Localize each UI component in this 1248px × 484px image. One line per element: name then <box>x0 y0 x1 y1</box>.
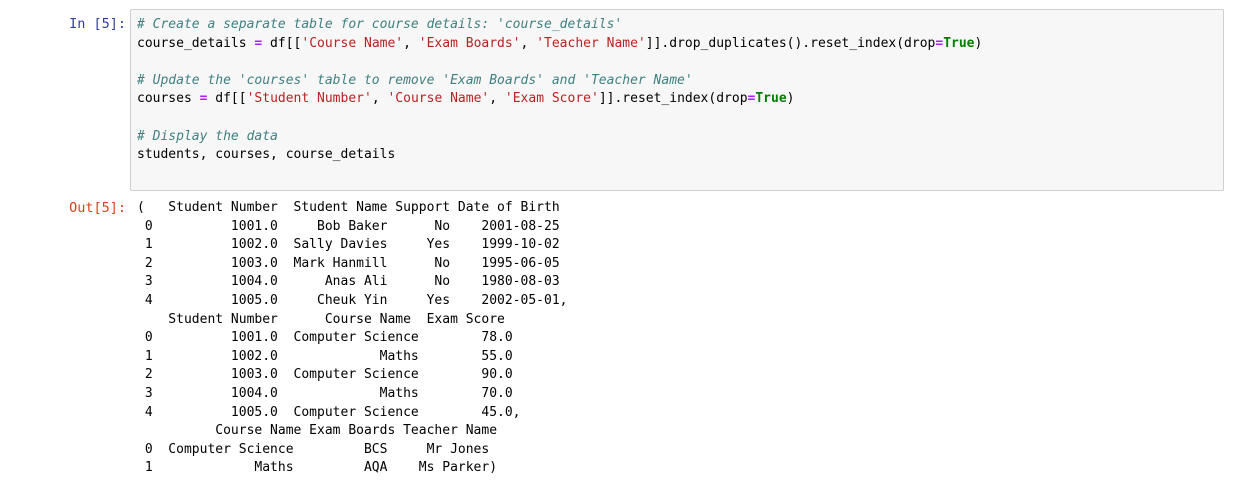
code-editor[interactable]: # Create a separate table for course det… <box>137 16 982 165</box>
code-text: ]].drop_duplicates().reset_index(drop <box>645 35 936 51</box>
output-line: 1 1002.0 Sally Davies Yes 1999-10-02 <box>137 237 560 253</box>
code-text: df[[ <box>262 35 302 51</box>
cell-output: ( Student Number Student Name Support Da… <box>137 199 567 478</box>
code-text: courses <box>137 91 200 107</box>
code-keyword: True <box>755 91 787 107</box>
output-prompt: Out[5]: <box>69 200 126 216</box>
code-line-1: # Create a separate table for course det… <box>137 16 982 35</box>
output-line: 3 1004.0 Anas Ali No 1980-08-03 <box>137 274 560 290</box>
output-line: 4 1005.0 Cheuk Yin Yes 2002-05-01, <box>137 292 568 308</box>
output-line: 3 1004.0 Maths 70.0 <box>137 385 513 401</box>
output-line: 2 1003.0 Mark Hanmill No 1995-06-05 <box>137 255 560 271</box>
code-text: ) <box>786 91 795 107</box>
code-comment: # Display the data <box>137 128 278 144</box>
code-line-2: course_details = df[['Course Name', 'Exa… <box>137 35 982 54</box>
code-text: , <box>520 35 537 51</box>
code-line-8: students, courses, course_details <box>137 146 982 165</box>
code-text: students, courses, course_details <box>137 147 396 163</box>
output-line: Student Number Course Name Exam Score <box>137 311 505 327</box>
code-line-7: # Display the data <box>137 128 982 147</box>
output-line: 4 1005.0 Computer Science 45.0, <box>137 404 521 420</box>
output-line: 1 Maths AQA Ms Parker) <box>137 460 498 476</box>
output-line: 0 Computer Science BCS Mr Jones <box>137 441 490 457</box>
output-line: ( Student Number Student Name Support Da… <box>137 200 560 215</box>
code-line-4: # Update the 'courses' table to remove '… <box>137 72 982 91</box>
output-line: 0 1001.0 Computer Science 78.0 <box>137 330 513 346</box>
code-text: course_details <box>137 35 255 51</box>
code-string: 'Course Name' <box>387 91 490 107</box>
code-string: 'Exam Score' <box>504 91 599 107</box>
code-string: 'Course Name' <box>301 35 404 51</box>
code-text: ]].reset_index(drop <box>598 91 748 107</box>
code-comment: # Create a separate table for course det… <box>137 17 623 32</box>
code-keyword: True <box>943 35 975 51</box>
code-input-area[interactable]: # Create a separate table for course det… <box>130 9 1224 191</box>
code-text: df[[ <box>207 91 247 107</box>
code-string: 'Teacher Name' <box>536 35 646 51</box>
output-line: 2 1003.0 Computer Science 90.0 <box>137 367 513 383</box>
code-line-5: courses = df[['Student Number', 'Course … <box>137 90 982 109</box>
output-line: Course Name Exam Boards Teacher Name <box>137 423 498 439</box>
code-text: , <box>489 91 505 107</box>
code-text: , <box>371 91 388 107</box>
code-operator: = <box>935 35 944 51</box>
input-prompt: In [5]: <box>69 16 126 32</box>
code-string: 'Student Number' <box>246 91 372 107</box>
code-text: , <box>403 35 419 51</box>
code-comment: # Update the 'courses' table to remove '… <box>137 72 693 88</box>
output-line: 1 1002.0 Maths 55.0 <box>137 348 513 364</box>
code-string: 'Exam Boards' <box>418 35 521 51</box>
code-text: ) <box>974 35 983 51</box>
output-line: 0 1001.0 Bob Baker No 2001-08-25 <box>137 218 560 234</box>
